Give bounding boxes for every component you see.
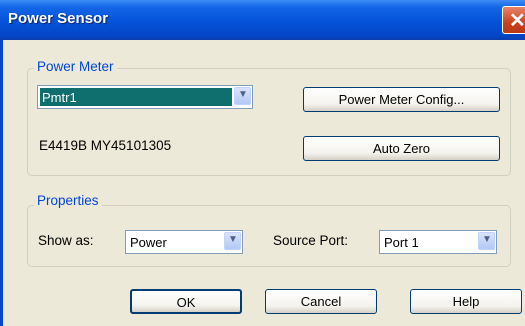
chevron-down-icon: ▼ (482, 234, 492, 245)
close-icon: ✕ (509, 10, 525, 32)
source-port-dropdown-button[interactable]: ▼ (478, 232, 495, 250)
auto-zero-button[interactable]: Auto Zero (303, 136, 500, 161)
power-meter-legend: Power Meter (34, 59, 117, 74)
dialog-title: Power Sensor (8, 10, 109, 27)
source-port-select[interactable]: Port 1 ▼ (379, 230, 497, 254)
chevron-down-icon: ▼ (238, 89, 248, 100)
power-meter-select[interactable]: Pmtr1 ▼ (37, 85, 253, 109)
power-meter-select-value: Pmtr1 (42, 90, 77, 105)
show-as-select[interactable]: Power ▼ (125, 230, 243, 254)
close-button[interactable]: ✕ (502, 6, 525, 34)
properties-legend: Properties (34, 193, 102, 208)
source-port-value: Port 1 (384, 235, 419, 250)
help-button[interactable]: Help (410, 289, 522, 314)
window-frame (0, 40, 3, 326)
power-sensor-dialog: Power Sensor ✕ Power Meter Pmtr1 ▼ Power… (0, 0, 525, 326)
title-bar[interactable]: Power Sensor ✕ (0, 0, 525, 40)
meter-info: E4419B MY45101305 (39, 138, 172, 153)
cancel-button[interactable]: Cancel (265, 289, 377, 314)
power-meter-config-button[interactable]: Power Meter Config... (303, 87, 500, 112)
show-as-dropdown-button[interactable]: ▼ (224, 232, 241, 250)
source-port-label: Source Port: (273, 233, 349, 248)
power-meter-dropdown-button[interactable]: ▼ (234, 87, 251, 105)
show-as-value: Power (130, 235, 167, 250)
chevron-down-icon: ▼ (228, 234, 238, 245)
show-as-label: Show as: (38, 233, 94, 248)
ok-button[interactable]: OK (130, 289, 242, 314)
